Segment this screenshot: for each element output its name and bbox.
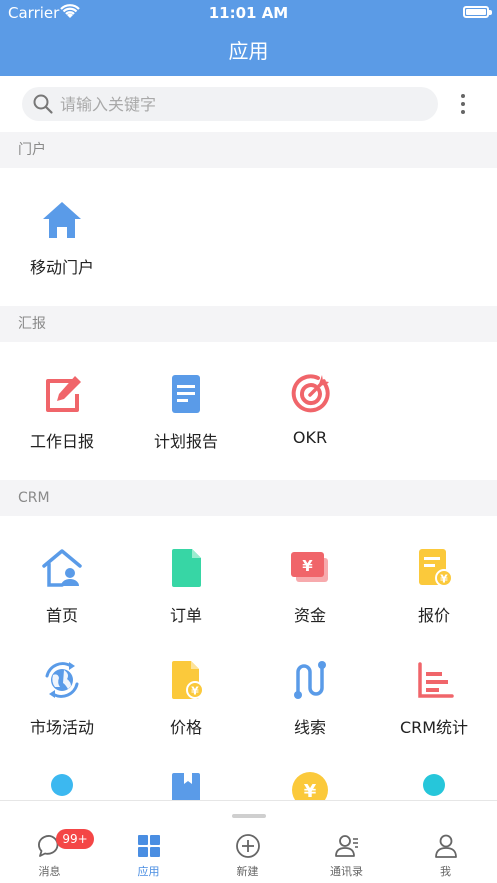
drag-handle[interactable] [232,814,266,818]
section-header-crm: CRM [0,480,497,516]
globe-sync-icon [45,662,79,698]
order-icon [172,549,201,587]
tab-label: 新建 [236,865,259,878]
app-label: 计划报告 [153,432,218,451]
page-title: 应用 [228,39,269,63]
edit-icon [46,376,81,412]
bar-chart-icon [418,662,454,698]
tab-label: 消息 [38,865,61,878]
app-plan-report[interactable]: 计划报告 [124,372,248,452]
app-crm-funds[interactable]: ¥ 资金 [248,546,372,626]
app-crm-order[interactable]: 订单 [124,546,248,626]
tab-new[interactable]: 新建 [198,833,297,879]
app-daily-report[interactable]: 工作日报 [0,372,124,452]
tab-label: 通讯录 [330,865,363,878]
svg-text:¥: ¥ [440,573,448,586]
app-crm-home[interactable]: 首页 [0,546,124,626]
app-label: 价格 [169,718,202,737]
price-icon: ¥ [172,661,204,699]
app-label: 报价 [417,606,450,625]
search-icon [33,94,53,114]
search-row [0,76,497,132]
unread-badge: 99+ [56,829,94,849]
search-input[interactable] [60,87,420,121]
svg-text:¥: ¥ [302,557,313,575]
app-crm-statistics[interactable]: CRM统计 [372,658,496,738]
add-circle-icon [235,834,260,858]
app-label: CRM统计 [399,718,469,737]
tab-bar: 消息 99+ 应用 新建 通讯录 我 [0,800,497,883]
customer-home-icon [42,549,82,587]
navigation-bar: 应用 [0,26,497,76]
app-crm-marketing[interactable]: 市场活动 [0,658,124,738]
tab-label: 我 [440,865,451,878]
app-mobile-portal[interactable]: 移动门户 [0,198,124,278]
section-header-report: 汇报 [0,306,497,342]
app-crm-price[interactable]: ¥ 价格 [124,658,248,738]
app-crm-quote[interactable]: ¥ 报价 [372,546,496,626]
section-header-portal: 门户 [0,132,497,168]
app-label: 市场活动 [29,718,94,737]
app-label: 工作日报 [29,432,94,451]
app-label: 首页 [45,606,78,625]
funds-icon: ¥ [291,552,328,582]
app-label: 移动门户 [29,258,94,277]
app-label: 订单 [169,606,202,625]
search-box[interactable] [22,87,438,121]
battery-icon [463,6,492,18]
contacts-icon [334,835,358,857]
clue-path-icon [294,661,326,699]
target-icon [291,374,330,413]
app-crm-clue[interactable]: 线索 [248,658,372,738]
app-label: OKR [292,428,328,447]
profile-icon [434,834,457,858]
tab-me[interactable]: 我 [396,833,495,879]
clock: 11:01 AM [208,4,289,22]
svg-text:¥: ¥ [304,781,317,802]
svg-text:¥: ¥ [191,685,199,698]
quote-icon: ¥ [419,549,453,587]
document-icon [172,375,200,413]
tab-apps[interactable]: 应用 [99,833,198,879]
app-label: 资金 [293,606,326,625]
apps-grid-icon [137,835,160,857]
status-bar: Carrier 11:01 AM [0,0,497,26]
tab-label: 应用 [137,865,160,878]
home-icon [43,202,81,238]
app-okr[interactable]: OKR [248,372,372,447]
tab-contacts[interactable]: 通讯录 [297,833,396,879]
more-options-icon[interactable] [456,93,470,117]
app-label: 线索 [293,718,326,737]
